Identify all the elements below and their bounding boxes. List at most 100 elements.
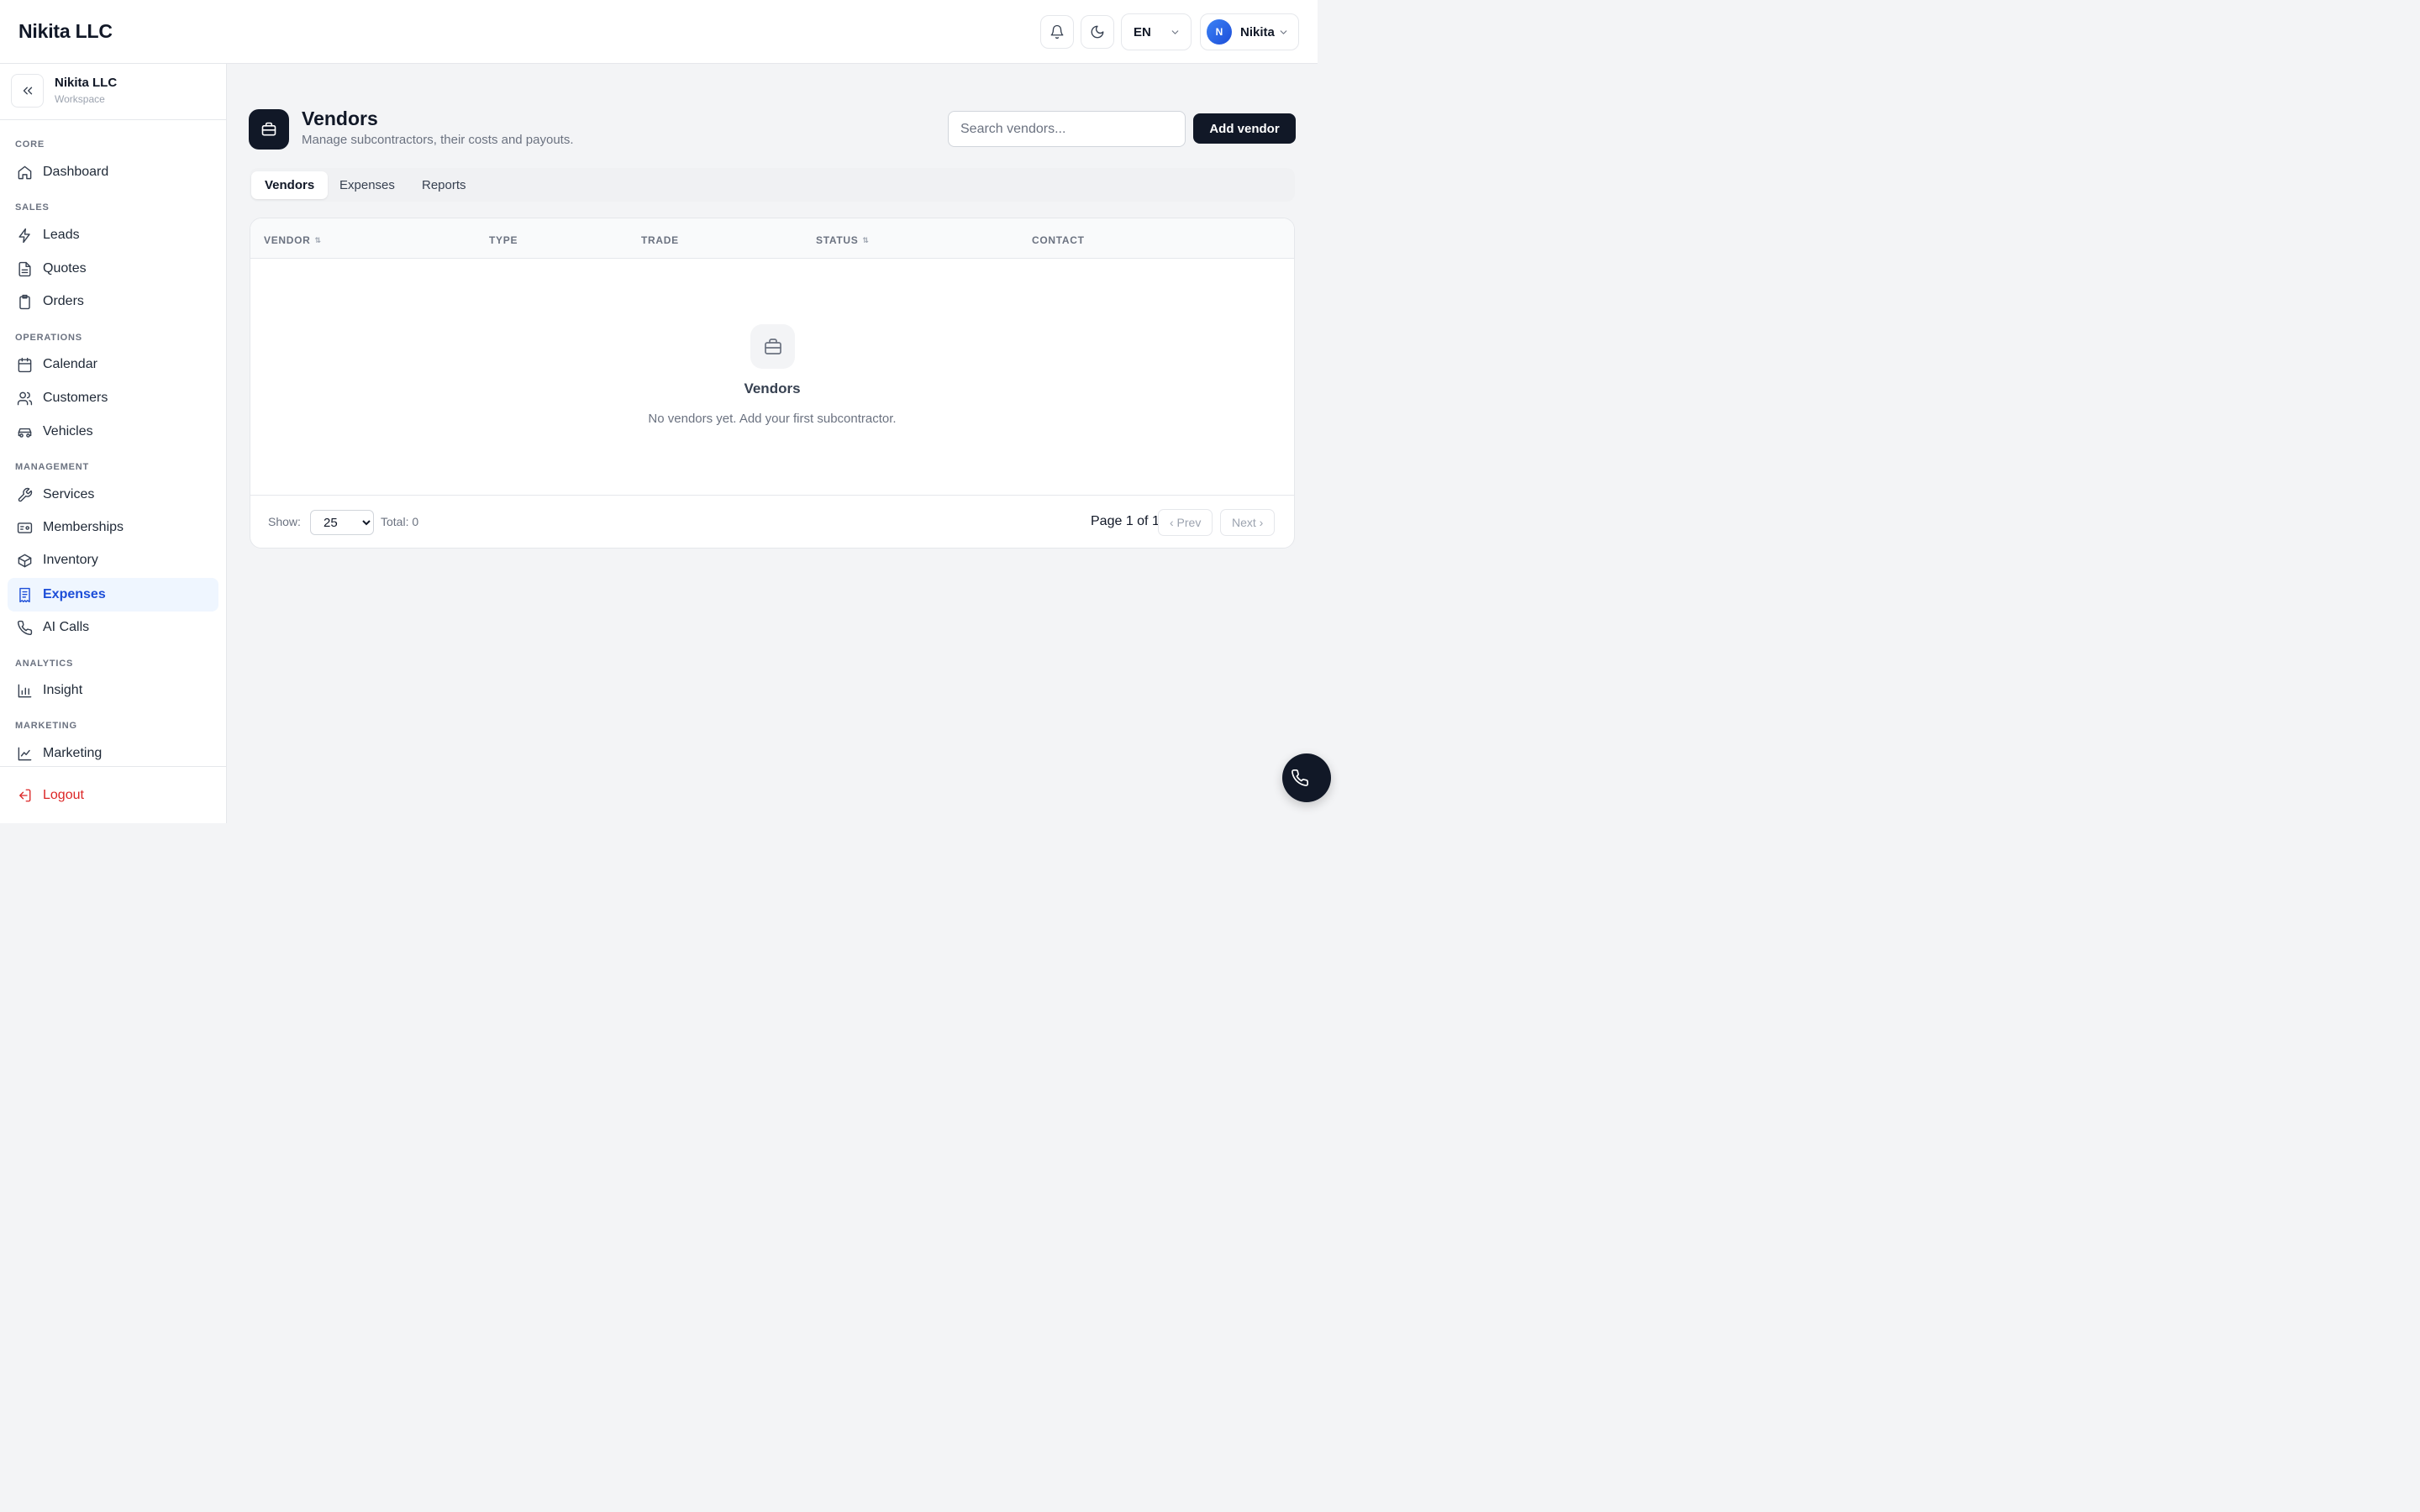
user-menu-button[interactable]: N Nikita [1200, 13, 1299, 50]
file-text-icon [16, 260, 33, 277]
tab-reports[interactable]: Reports [408, 171, 480, 199]
chevron-down-icon [1278, 27, 1289, 38]
logout-label: Logout [43, 788, 84, 802]
sidebar-item-orders[interactable]: Orders [8, 285, 218, 318]
sidebar-item-label: Leads [43, 228, 80, 242]
users-icon [16, 390, 33, 407]
sidebar-item-services[interactable]: Services [8, 478, 218, 512]
page-size-select[interactable]: 25 [310, 510, 374, 535]
sidebar-item-quotes[interactable]: Quotes [8, 252, 218, 286]
column-label: VENDOR [264, 234, 311, 246]
sidebar-item-insight[interactable]: Insight [8, 674, 218, 707]
id-card-icon [16, 519, 33, 536]
phone-icon [1291, 769, 1309, 787]
sort-icon: ⇅ [314, 235, 322, 244]
nav-section-marketing: MARKETING [15, 721, 77, 731]
prev-page-button[interactable]: ‹ Prev [1158, 509, 1213, 536]
nav-section-core: CORE [15, 139, 45, 150]
sidebar-item-ai-calls[interactable]: AI Calls [8, 611, 218, 644]
sidebar-item-customers[interactable]: Customers [8, 381, 218, 415]
moon-icon [1090, 24, 1105, 39]
sidebar-item-expenses[interactable]: Expenses [8, 578, 218, 612]
column-trade: TRADE [641, 234, 679, 246]
vendors-table: VENDOR ⇅ TYPE TRADE STATUS ⇅ CONTACT Ven… [250, 218, 1295, 549]
briefcase-icon [750, 324, 795, 369]
brand-name: Nikita LLC [18, 20, 113, 42]
call-fab-button[interactable] [1282, 753, 1331, 802]
workspace-name: Nikita LLC [55, 76, 118, 90]
bar-chart-icon [16, 682, 33, 699]
sidebar-item-label: Services [43, 487, 95, 501]
column-label: CONTACT [1032, 234, 1085, 246]
add-vendor-button[interactable]: Add vendor [1193, 113, 1296, 144]
language-select[interactable]: EN [1121, 13, 1192, 50]
sidebar-item-label: Expenses [43, 587, 106, 601]
receipt-icon [16, 586, 33, 603]
theme-toggle-button[interactable] [1081, 15, 1114, 49]
sidebar-item-label: Inventory [43, 553, 98, 567]
column-label: TRADE [641, 234, 679, 246]
column-status[interactable]: STATUS ⇅ [816, 234, 870, 246]
column-contact: CONTACT [1032, 234, 1085, 246]
total-count: Total: 0 [381, 515, 419, 528]
sidebar-item-vehicles[interactable]: Vehicles [8, 415, 218, 449]
column-label: STATUS [816, 234, 859, 246]
chevron-down-icon [1170, 27, 1181, 38]
notifications-button[interactable] [1040, 15, 1074, 49]
empty-state-text: No vendors yet. Add your first subcontra… [648, 412, 897, 426]
sidebar-item-label: AI Calls [43, 620, 90, 634]
tab-expenses[interactable]: Expenses [326, 171, 408, 199]
sidebar-item-label: Customers [43, 391, 108, 405]
column-label: TYPE [489, 234, 518, 246]
table-footer: Show: 25 Total: 0 Page 1 of 1 ‹ Prev Nex… [250, 495, 1294, 548]
sidebar: Nikita LLC Workspace CORE Dashboard SALE… [0, 64, 227, 823]
sidebar-item-label: Quotes [43, 261, 87, 276]
user-name: Nikita [1240, 24, 1275, 39]
sidebar-item-marketing[interactable]: Marketing [8, 737, 218, 770]
tab-vendors[interactable]: Vendors [251, 171, 329, 199]
page-title: Vendors [302, 108, 378, 129]
phone-icon [16, 619, 33, 636]
sidebar-item-label: Memberships [43, 520, 124, 534]
sidebar-footer: Logout [0, 766, 226, 823]
nav-section-analytics: ANALYTICS [15, 659, 74, 669]
nav-section-management: MANAGEMENT [15, 462, 90, 472]
column-type: TYPE [489, 234, 518, 246]
sidebar-item-inventory[interactable]: Inventory [8, 543, 218, 577]
sidebar-item-label: Calendar [43, 357, 97, 371]
car-icon [16, 423, 33, 440]
page-info: Page 1 of 1 [1091, 514, 1160, 528]
empty-state-title: Vendors [744, 381, 801, 396]
box-icon [16, 552, 33, 569]
chevrons-left-icon [20, 83, 35, 98]
sort-icon: ⇅ [862, 235, 870, 244]
sidebar-item-label: Orders [43, 294, 84, 308]
sidebar-item-leads[interactable]: Leads [8, 218, 218, 252]
nav-section-sales: SALES [15, 202, 50, 213]
line-chart-icon [16, 745, 33, 762]
tab-bar: Vendors Expenses Reports [250, 168, 1295, 202]
bell-icon [1050, 24, 1065, 39]
sidebar-item-label: Dashboard [43, 165, 109, 179]
workspace-subtitle: Workspace [55, 93, 105, 105]
search-input[interactable] [948, 111, 1186, 147]
logout-button[interactable]: Logout [8, 779, 218, 812]
top-bar: Nikita LLC EN N Nikita [0, 0, 1318, 64]
sidebar-item-dashboard[interactable]: Dashboard [8, 155, 218, 189]
nav-section-operations: OPERATIONS [15, 333, 82, 343]
briefcase-icon [249, 109, 289, 150]
sidebar-item-memberships[interactable]: Memberships [8, 511, 218, 544]
collapse-sidebar-button[interactable] [11, 74, 44, 108]
sidebar-item-calendar[interactable]: Calendar [8, 348, 218, 381]
column-vendor[interactable]: VENDOR ⇅ [264, 234, 322, 246]
sidebar-item-label: Vehicles [43, 424, 93, 438]
home-icon [16, 164, 33, 181]
zap-icon [16, 227, 33, 244]
sidebar-item-label: Marketing [43, 746, 103, 760]
page-size-label: Show: [268, 515, 301, 528]
calendar-icon [16, 356, 33, 373]
sidebar-item-label: Insight [43, 683, 83, 697]
language-value: EN [1134, 24, 1151, 39]
logout-icon [16, 787, 33, 804]
next-page-button[interactable]: Next › [1220, 509, 1276, 536]
